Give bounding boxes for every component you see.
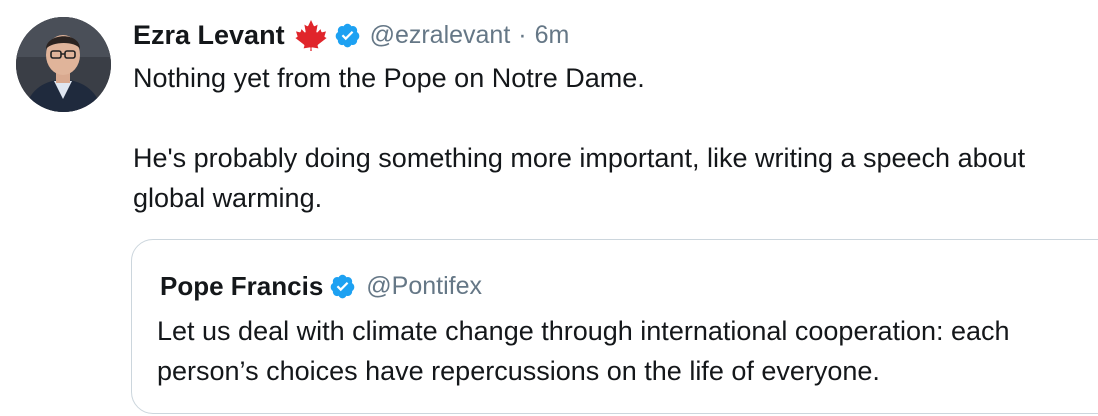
avatar-image: [16, 17, 111, 112]
quoted-author-handle[interactable]: @Pontifex: [366, 272, 482, 301]
tweet-text: Nothing yet from the Pope on Notre Dame.…: [133, 58, 1083, 218]
quoted-tweet-text: Let us deal with climate change through …: [157, 316, 1010, 386]
quoted-tweet-card[interactable]: Pope Francis @Pontifex Let us deal with …: [131, 239, 1098, 414]
maple-leaf-icon: [294, 19, 328, 51]
verified-badge-icon: [329, 273, 356, 300]
tweet-header: Ezra Levant @ezralevant · 6m: [133, 16, 569, 54]
avatar[interactable]: [16, 17, 111, 112]
quoted-author-display-name[interactable]: Pope Francis: [160, 271, 323, 302]
tweet-text-line: Nothing yet from the Pope on Notre Dame.: [133, 63, 645, 93]
verified-badge-icon: [334, 22, 361, 49]
tweet[interactable]: Ezra Levant @ezralevant · 6m Nothing yet…: [0, 0, 1098, 416]
tweet-text-line: He's probably doing something more impor…: [133, 143, 1026, 213]
author-handle[interactable]: @ezralevant: [370, 21, 511, 50]
author-display-name[interactable]: Ezra Levant: [133, 20, 285, 51]
quoted-tweet-header: Pope Francis @Pontifex: [160, 268, 482, 304]
header-separator: ·: [518, 20, 527, 49]
tweet-timestamp[interactable]: 6m: [535, 21, 570, 50]
